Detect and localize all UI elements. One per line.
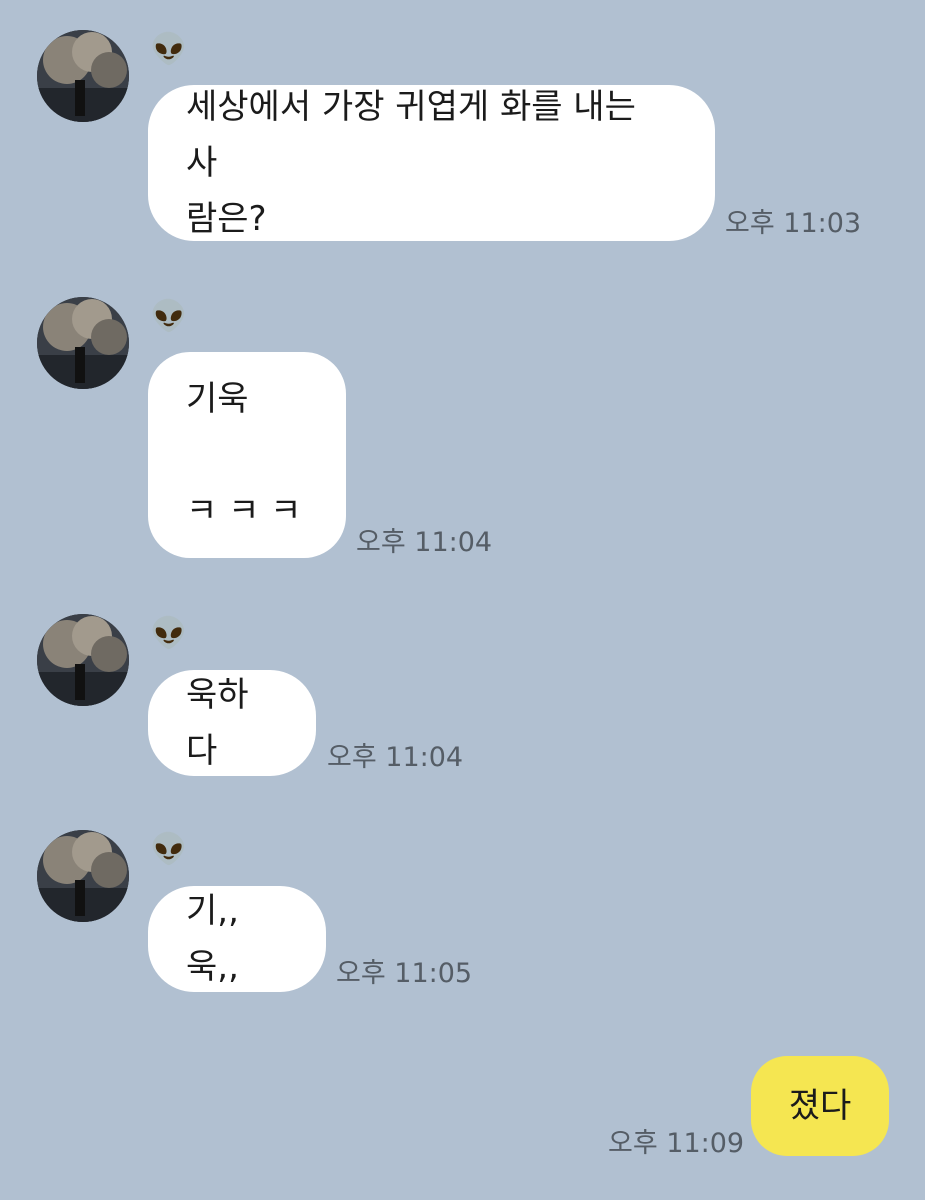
message-bubble[interactable]: 욱하다	[148, 670, 316, 776]
message-time: 오후 11:03	[725, 208, 862, 239]
profile-avatar[interactable]	[37, 830, 129, 922]
message-bubble[interactable]: 기,,욱,,	[148, 886, 326, 992]
message-time: 오후 11:05	[336, 958, 473, 989]
sender-icon: 👽	[150, 616, 188, 651]
message-time: 오후 11:04	[356, 527, 493, 558]
profile-avatar[interactable]	[37, 30, 129, 122]
message-bubble[interactable]: 세상에서 가장 귀엽게 화를 내는 사 람은?	[148, 85, 715, 241]
profile-avatar[interactable]	[37, 614, 129, 706]
message-time: 오후 11:04	[327, 742, 464, 773]
message-bubble[interactable]: 기욱 ㅋ ㅋ ㅋ	[148, 352, 346, 558]
sender-icon: 👽	[150, 299, 188, 334]
my-message-bubble[interactable]: 졌다	[751, 1056, 889, 1156]
sender-icon: 👽	[150, 32, 188, 67]
profile-avatar[interactable]	[37, 297, 129, 389]
sender-icon: 👽	[150, 832, 188, 867]
my-message-time: 오후 11:09	[608, 1128, 745, 1159]
